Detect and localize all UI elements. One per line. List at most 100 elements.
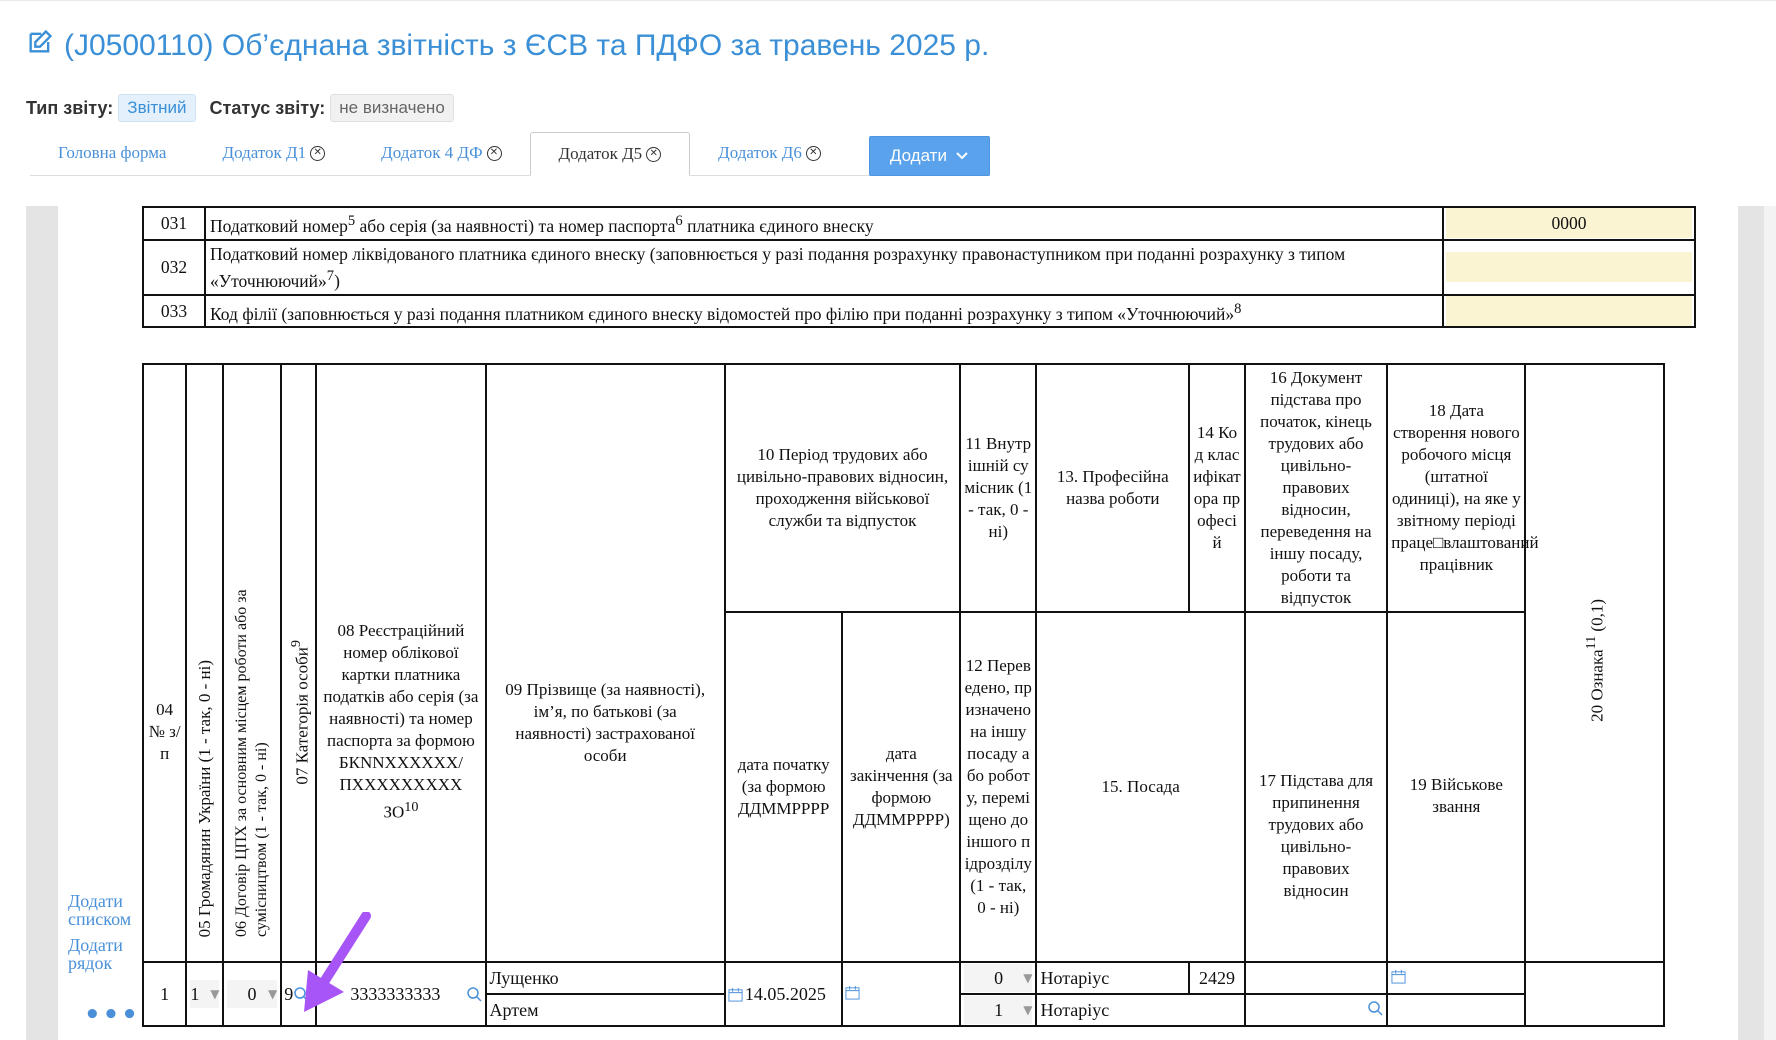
col-20-label: 20 Ознака11 (0,1) [1580,599,1609,722]
desc-text: Податковий номер ліквідованого платника … [210,243,1346,291]
creation-date-field[interactable] [1386,961,1527,995]
report-type-label: Тип звіту: [26,97,114,118]
branch-code-field[interactable] [1442,293,1696,329]
footnote: 10 [404,799,419,816]
dropdown-arrow-icon[interactable]: ▼ [268,983,277,1005]
add-button-label: Додати [889,146,947,165]
field-value[interactable]: 0000 [1446,208,1692,239]
top-divider [0,0,1776,1]
col-13-header: 13. Професійна назва роботи [1035,363,1191,613]
tab-bar: Головна форма Додаток Д1 ✕ Додаток 4 ДФ ✕ … [30,132,990,176]
col-10-start-header: дата початку (за формою ДДММРРРР [723,611,844,963]
row-code: 032 [142,238,206,296]
col-10-header: 10 Період трудових або цивільно-правових… [723,363,962,613]
end-date-field[interactable] [841,961,962,1027]
col-06-label: 06 Договір ЦПХ за основним місцем роботи… [233,589,271,937]
doc-basis-field[interactable] [1243,961,1389,995]
cell-num: 1 [141,961,188,1027]
close-icon[interactable]: ✕ [805,145,821,161]
tab-d1[interactable]: Додаток Д1 ✕ [194,131,353,175]
prof-name-field[interactable]: Нотаріус [1035,961,1191,995]
desc-text: ) [334,270,340,291]
calendar-icon[interactable] [845,985,861,1000]
col-05-label: 05 Громадянин України (1 - так, 0 - ні) [194,659,214,937]
col-11-header: 11 Внутрішній сумісник (1 - так, 0 - ні) [959,363,1038,613]
desc-text: або серія (за наявності) та номер паспор… [355,215,676,236]
label-text: 08 Реєстраційний номер облікової картки … [323,621,479,822]
edit-icon[interactable] [26,28,54,64]
select-value: 0 [994,968,1004,988]
desc-text: Код філії (заповнюється у разі подання п… [210,303,1235,324]
contract-select[interactable]: 0 ▼ [222,961,283,1027]
scrollbar[interactable] [1764,206,1776,1040]
close-icon[interactable]: ✕ [486,145,502,161]
col-04-header: 04 № з/п [141,363,188,963]
select-value: 1 [190,984,200,1004]
internal-select[interactable]: 0 ▼ [959,961,1038,995]
close-icon[interactable]: ✕ [310,145,326,161]
search-icon[interactable] [1367,1000,1383,1016]
pointer-arrow-icon [304,912,371,1012]
dropdown-arrow-icon[interactable]: ▼ [1023,999,1032,1021]
col-20-header: 20 Ознака11 (0,1) [1524,363,1665,963]
col-16-header: 16 Документ підстава про початок, кінець… [1243,363,1389,613]
last-name-field[interactable]: Лущенко [484,961,726,995]
dropdown-arrow-icon[interactable]: ▼ [210,983,219,1005]
add-row-link[interactable]: Додати рядок [68,936,140,972]
field-value[interactable] [1446,296,1692,327]
tab-d6[interactable]: Додаток Д6 ✕ [690,131,849,175]
classifier-code-field[interactable]: 2429 [1188,961,1246,995]
first-name-field[interactable]: Артем [484,993,726,1027]
tab-label: Додаток Д6 [718,143,802,162]
row-description: Податковий номер ліквідованого платника … [204,238,1444,296]
col-15-header: 15. Посада [1035,611,1246,963]
transferred-select[interactable]: 1 ▼ [959,993,1038,1027]
row-code: 031 [142,206,206,241]
field-value[interactable] [1446,252,1692,283]
add-attachment-button[interactable]: Додати [868,136,990,176]
col-18-header: 18 Дата створення нового робочого місця … [1386,363,1539,613]
payer-info-table: 031 Податковий номер5 або серія (за наяв… [142,206,1696,329]
col-05-header: 05 Громадянин України (1 - так, 0 - ні) [185,363,225,963]
termination-basis-field[interactable] [1243,993,1389,1027]
label-text: (0,1) [1587,598,1607,636]
employees-table: 04 № з/п 05 Громадянин України (1 - так,… [141,363,1704,1027]
row-description: Код філії (заповнюється у разі подання п… [204,293,1444,329]
footnote: 8 [1234,300,1242,317]
citizen-select[interactable]: 1 ▼ [185,961,225,1027]
footnote: 6 [675,213,683,229]
col-07-label: 07 Категорія особи9 [285,640,314,785]
calendar-icon[interactable] [1391,969,1406,984]
desc-text: платника єдиного внеску [682,215,874,236]
row-actions: Додати списком Додати рядок [68,892,140,980]
tax-number-field[interactable]: 0000 [1442,206,1696,241]
status-badge: не визначено [330,94,454,122]
position-field[interactable]: Нотаріус [1035,993,1246,1027]
row-code: 033 [142,293,206,329]
dropdown-arrow-icon[interactable]: ▼ [1023,967,1032,989]
footnote: 9 [288,640,305,648]
calendar-icon[interactable] [728,987,743,1002]
header-row: 04 № з/п 05 Громадянин України (1 - так,… [141,363,1703,963]
close-icon[interactable]: ✕ [646,146,662,162]
start-date-field[interactable]: 14.05.2025 [723,961,844,1027]
table-row: 031 Податковий номер5 або серія (за наяв… [142,206,1696,241]
liquidated-payer-field[interactable] [1442,238,1696,296]
desc-text: Податковий номер [210,215,348,236]
more-actions-icon[interactable]: ••• [84,1000,140,1030]
table-row: 033 Код філії (заповнюється у разі подан… [142,293,1696,329]
sign-field[interactable] [1524,961,1665,1027]
tab-4df[interactable]: Додаток 4 ДФ ✕ [353,131,529,175]
footnote: 11 [1583,635,1600,650]
report-type-badge: Звітний [118,94,196,122]
tab-label: Додаток 4 ДФ [381,143,483,162]
field-value: 9 [284,984,294,1004]
tab-main-form[interactable]: Головна форма [30,131,194,175]
add-list-link[interactable]: Додати списком [68,892,140,928]
col-17-header: 17 Підстава для припинення трудових або … [1243,611,1389,963]
table-row: 1 1 ▼ 0 ▼ 9 3333333333 Лущенко 14.05.2025 … [141,961,1703,1027]
search-icon[interactable] [466,986,482,1002]
tab-d5[interactable]: Додаток Д5 ✕ [529,132,691,176]
military-rank-field[interactable] [1386,993,1527,1027]
row-description: Податковий номер5 або серія (за наявност… [204,206,1444,241]
